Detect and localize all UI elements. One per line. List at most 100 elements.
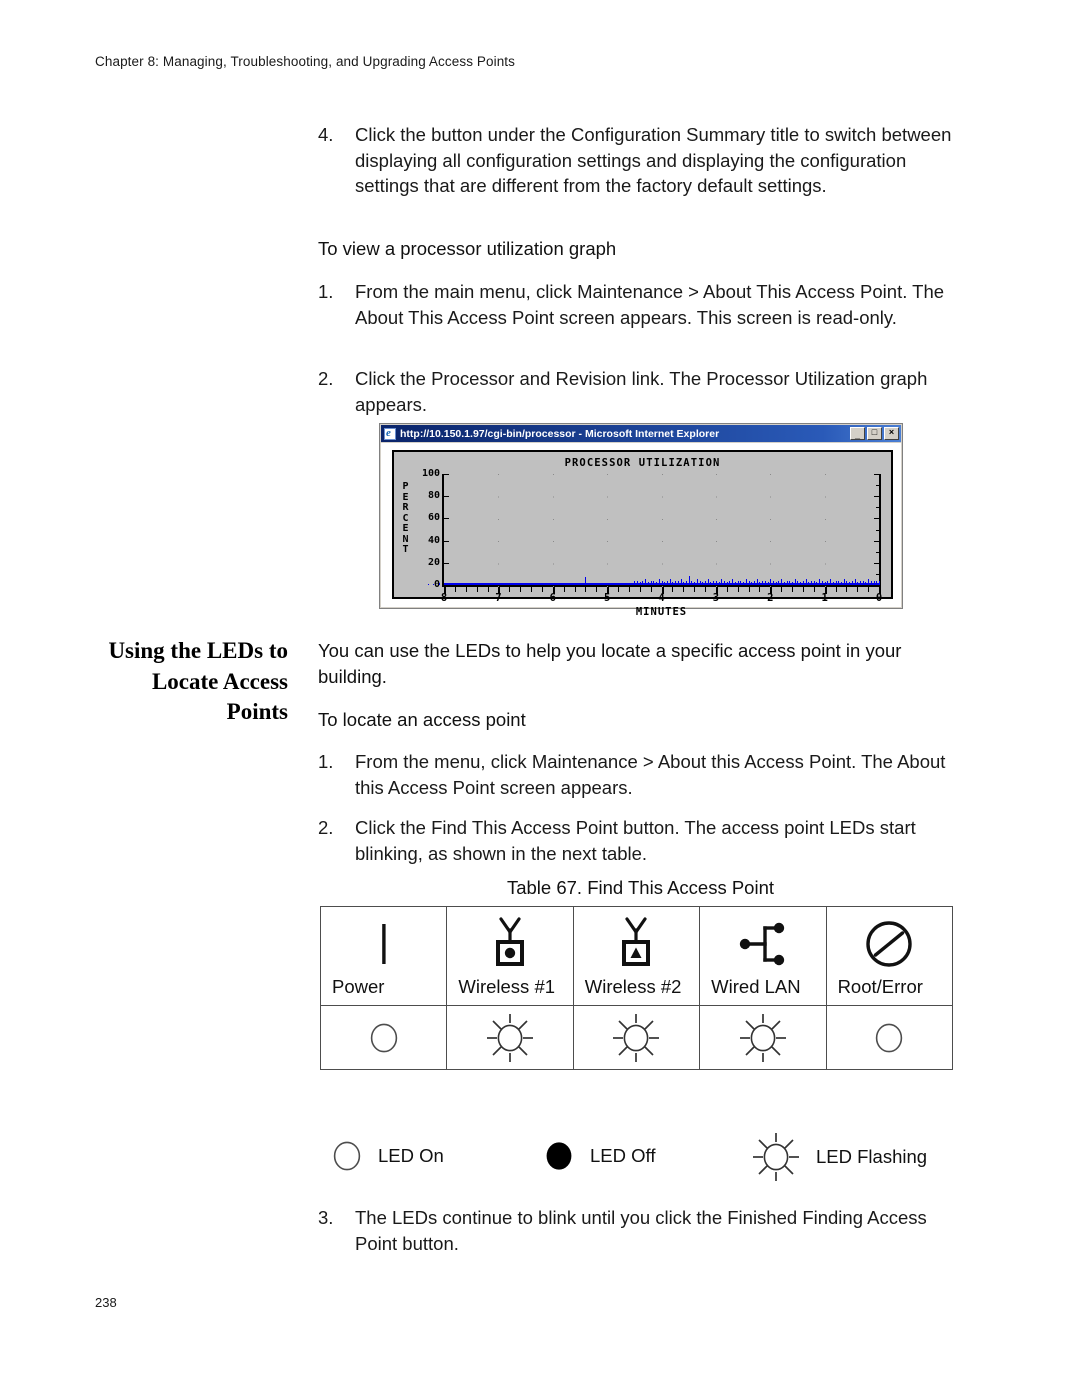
wireless-antenna-triangle-icon — [611, 916, 661, 972]
browser-window: http://10.150.1.97/cgi-bin/processor - M… — [379, 423, 903, 618]
chart-data-point — [433, 583, 435, 585]
led-label: Wireless #2 — [584, 976, 682, 997]
led-off-icon — [542, 1138, 576, 1174]
led-flashing-icon — [737, 1012, 789, 1064]
chart-gridline — [498, 474, 500, 587]
legend-item: LED Off — [542, 1138, 655, 1174]
close-icon: × — [888, 427, 895, 437]
table-caption: Table 67. Find This Access Point — [506, 877, 775, 898]
led-state-root-error — [825, 1005, 954, 1070]
led-flashing-icon — [610, 1012, 662, 1064]
browser-title-text: http://10.150.1.97/cgi-bin/processor - M… — [400, 427, 720, 440]
list-item: 2. Click the Processor and Revision link… — [318, 366, 963, 417]
chart-y-tick-labels: 100 80 60 40 20 0 — [410, 469, 440, 590]
led-on-icon — [872, 1020, 906, 1056]
section-body-text: You can use the LEDs to help you locate … — [318, 640, 902, 687]
page-number: 238 — [95, 1295, 117, 1310]
led-label: Power — [332, 976, 385, 997]
list-item: 1. From the menu, click Maintenance > Ab… — [318, 749, 963, 800]
chart-y-tick-right — [874, 540, 879, 542]
table-cell-wireless-1: Wireless #1 — [446, 906, 574, 1006]
chart-y-minor-tick — [876, 485, 879, 487]
list-item: 4. Click the button under the Configurat… — [318, 122, 963, 199]
chart-title: PROCESSOR UTILIZATION — [564, 457, 721, 469]
chart-y-tick — [444, 540, 449, 542]
led-state-wireless-2 — [572, 1005, 701, 1070]
chart-x-tick-label: 6 — [549, 592, 556, 604]
led-flashing-icon — [750, 1131, 802, 1183]
step-number: 3. — [318, 1207, 334, 1228]
intro-locate-access-point: To locate an access point — [318, 709, 526, 730]
chart-y-tick-label: 100 — [421, 468, 440, 479]
browser-title-bar: http://10.150.1.97/cgi-bin/processor - M… — [381, 425, 901, 442]
chart-y-tick-label: 60 — [427, 512, 440, 524]
led-label: Wired LAN — [711, 976, 801, 997]
chart-y-tick-right — [874, 585, 879, 586]
chart-y-tick-label: 80 — [427, 490, 440, 502]
chart-y-tick-label: 20 — [427, 556, 440, 568]
table-cell-root-error: Root/Error — [825, 906, 954, 1006]
chart-x-tick-labels: 8 7 6 5 4 3 2 1 0 — [440, 592, 883, 605]
close-button[interactable]: × — [884, 427, 899, 440]
chart-gridline — [607, 474, 609, 587]
power-bar-icon — [372, 921, 396, 967]
step-text: The LEDs continue to blink until you cli… — [355, 1207, 927, 1254]
step-text: Click the Find This Access Point button.… — [355, 817, 916, 864]
chart-data-point — [879, 580, 880, 585]
list-item: 1. From the main menu, click Maintenance… — [318, 279, 963, 330]
chart-x-tick-label: 8 — [440, 592, 448, 604]
table-cell-power: Power — [319, 906, 448, 1006]
chart-y-tick — [444, 585, 449, 586]
chart-x-tick-label: 7 — [495, 592, 502, 604]
chart-gridline — [552, 474, 554, 587]
legend-label: LED On — [378, 1145, 444, 1166]
legend-label: LED Flashing — [816, 1146, 928, 1167]
legend-label: LED Off — [590, 1145, 656, 1166]
chart-y-minor-tick — [876, 529, 879, 531]
chart-y-tick — [444, 562, 449, 564]
wired-lan-icon — [735, 918, 791, 970]
step-text: Click the Processor and Revision link. T… — [355, 368, 928, 415]
step-text: From the menu, click Maintenance > About… — [355, 751, 946, 798]
chart-y-tick — [444, 474, 449, 475]
led-state-power — [319, 1005, 448, 1070]
chart-gridline — [824, 474, 826, 587]
chart-x-tick-label: 0 — [875, 592, 883, 604]
chart-y-tick-label: 40 — [427, 534, 440, 546]
step-number: 2. — [318, 368, 334, 389]
list-item: 2. Click the Find This Access Point butt… — [318, 815, 963, 866]
step-number: 1. — [318, 281, 334, 302]
minimize-button[interactable]: _ — [850, 427, 865, 440]
table-row — [319, 1005, 954, 1070]
chart-x-tick-label: 3 — [712, 592, 720, 604]
led-state-wired-lan — [699, 1005, 827, 1070]
window-controls: _ □ × — [850, 427, 899, 440]
chart-y-minor-tick — [876, 507, 879, 509]
legend-item: LED On — [330, 1138, 444, 1174]
led-legend: LED On LED Off LED Flashing — [330, 1133, 960, 1185]
led-flashing-icon — [484, 1012, 536, 1064]
led-on-icon — [330, 1138, 364, 1174]
wireless-antenna-circle-icon — [485, 916, 535, 972]
intro-processor-graph: To view a processor utilization graph — [318, 238, 617, 259]
browser-content-area: PROCESSOR UTILIZATION PERCENT 100 80 60 40 2… — [381, 443, 901, 618]
chart-gridline — [715, 474, 717, 587]
chart-y-tick-right — [874, 474, 879, 475]
chart-y-minor-tick — [876, 573, 879, 575]
ie-icon — [384, 427, 396, 440]
maximize-button[interactable]: □ — [867, 427, 882, 440]
led-state-wireless-1 — [446, 1005, 574, 1070]
running-header: Chapter 8: Managing, Troubleshooting, an… — [95, 54, 516, 69]
chart-x-tick-label: 5 — [603, 592, 611, 604]
maximize-icon: □ — [871, 427, 878, 437]
step-number: 1. — [318, 751, 334, 772]
chart-y-tick — [444, 518, 449, 520]
minimize-icon: _ — [854, 430, 860, 440]
step-text: From the main menu, click Maintenance > … — [355, 281, 945, 328]
chart-data-point — [427, 583, 429, 585]
chart-y-tick-right — [874, 562, 879, 564]
led-label: Root/Error — [837, 976, 923, 997]
chart-x-tick-label: 1 — [821, 592, 828, 604]
table-cell-wireless-2: Wireless #2 — [572, 906, 701, 1006]
chart-gridline — [661, 474, 663, 587]
